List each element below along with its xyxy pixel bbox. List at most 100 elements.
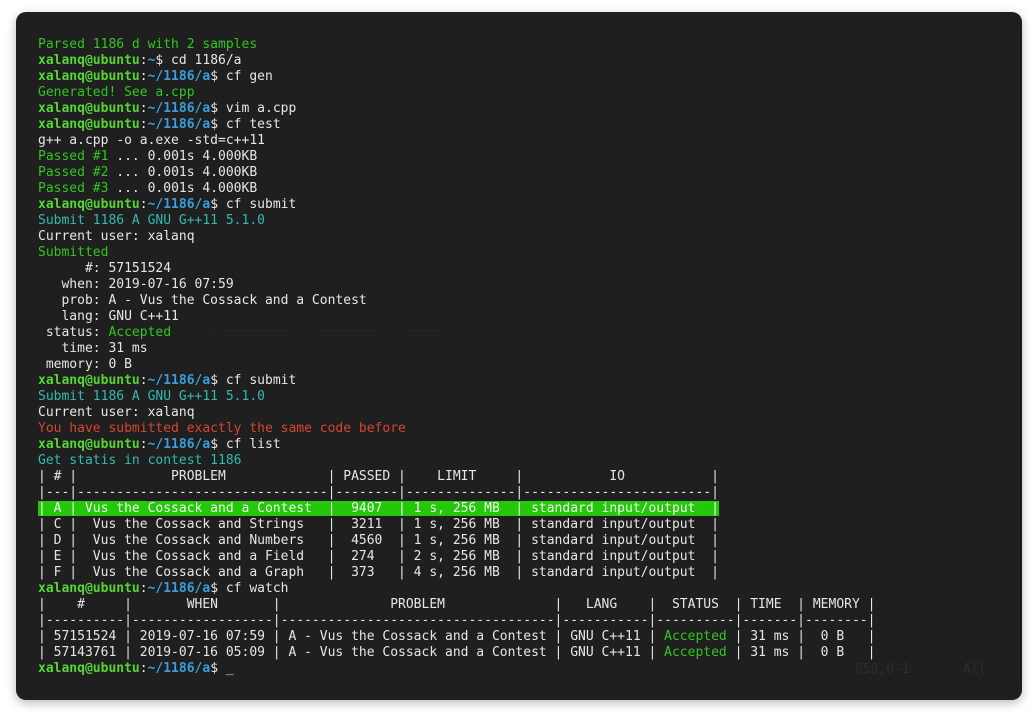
prompt-cf-test: xalanq@ubuntu:~/1186/a$ cf test [38, 117, 1016, 133]
prompt-vim-seg-2: ~/1186/a [148, 101, 211, 116]
prompt-final-seg-2: ~/1186/a [148, 661, 211, 676]
submission-memory: memory: 0 B [38, 357, 1016, 373]
prompt-final-seg-3: $ [210, 661, 226, 676]
list-row-f-seg-0: | F | Vus the Cossack and a Graph | 373 … [38, 565, 719, 580]
watch-table-separator: |----------|------------------|---------… [38, 613, 1016, 629]
output-submit-info-1: Submit 1186 A GNU G++11 5.1.0 [38, 213, 1016, 229]
prompt-cf-submit-1-seg-3: $ cf submit [210, 197, 296, 212]
output-passed-3-seg-0: Passed #3 [38, 181, 108, 196]
list-table-separator-seg-0: |---|--------------------------------|--… [38, 485, 719, 500]
prompt-cf-submit-2-seg-3: $ cf submit [210, 373, 296, 388]
submission-lang: lang: GNU C++11 [38, 309, 1016, 325]
list-table-separator: |---|--------------------------------|--… [38, 485, 1016, 501]
output-current-user-1: Current user: xalanq [38, 229, 1016, 245]
watch-row-1-seg-2: | 31 ms | 0 B | [727, 629, 876, 644]
prompt-cf-watch: xalanq@ubuntu:~/1186/a$ cf watch [38, 581, 1016, 597]
prompt-cf-gen: xalanq@ubuntu:~/1186/a$ cf gen [38, 69, 1016, 85]
list-row-e-seg-0: | E | Vus the Cossack and a Field | 274 … [38, 549, 719, 564]
output-current-user-2-seg-0: Current user: xalanq [38, 405, 195, 420]
list-row-c: | C | Vus the Cossack and Strings | 3211… [38, 517, 1016, 533]
list-table-header-seg-0: | # | PROBLEM | PASSED | LIMIT | IO | [38, 469, 719, 484]
list-row-d: | D | Vus the Cossack and Numbers | 4560… [38, 533, 1016, 549]
prompt-vim-seg-0: xalanq@ubuntu [38, 101, 140, 116]
submission-status-seg-0: status: [38, 325, 108, 340]
watch-table-header: | # | WHEN | PROBLEM | LANG | STATUS | T… [38, 597, 1016, 613]
watch-row-1-seg-1: Accepted [664, 629, 727, 644]
output-gpp-seg-0: g++ a.cpp -o a.exe -std=c++11 [38, 133, 265, 148]
submission-time: time: 31 ms [38, 341, 1016, 357]
watch-row-2: | 57143761 | 2019-07-16 05:09 | A - Vus … [38, 645, 1016, 661]
ghost-artifact-lang: _ _________ _ ________ ____ [206, 317, 441, 333]
prompt-cf-submit-1-seg-0: xalanq@ubuntu [38, 197, 140, 212]
vim-ghost-ruler: 859,0-1 [855, 662, 910, 678]
output-duplicate-warning-seg-0: You have submitted exactly the same code… [38, 421, 406, 436]
list-row-a-seg-0: | A | Vus the Cossack and a Contest | 94… [38, 501, 719, 516]
output-gpp: g++ a.cpp -o a.exe -std=c++11 [38, 133, 1016, 149]
prompt-cf-submit-2-seg-2: ~/1186/a [148, 373, 211, 388]
output-submitted: Submitted [38, 245, 1016, 261]
watch-table-header-seg-0: | # | WHEN | PROBLEM | LANG | STATUS | T… [38, 597, 875, 612]
prompt-cf-list-seg-2: ~/1186/a [148, 437, 211, 452]
prompt-cf-list-seg-1: : [140, 437, 148, 452]
prompt-final-seg-0: xalanq@ubuntu [38, 661, 140, 676]
output-parsed: Parsed 1186 d with 2 samples [38, 37, 1016, 53]
list-row-f: | F | Vus the Cossack and a Graph | 373 … [38, 565, 1016, 581]
prompt-cd-seg-3: $ cd 1186/a [155, 53, 241, 68]
prompt-cf-submit-2-seg-0: xalanq@ubuntu [38, 373, 140, 388]
output-submit-info-1-seg-0: Submit 1186 A GNU G++11 5.1.0 [38, 213, 265, 228]
prompt-cf-gen-seg-3: $ cf gen [210, 69, 273, 84]
submission-when: when: 2019-07-16 07:59 [38, 277, 1016, 293]
output-passed-1-seg-1: ... 0.001s 4.000KB [108, 149, 257, 164]
output-passed-2-seg-0: Passed #2 [38, 165, 108, 180]
list-row-a: | A | Vus the Cossack and a Contest | 94… [38, 501, 1016, 517]
watch-row-2-seg-0: | 57143761 | 2019-07-16 05:09 | A - Vus … [38, 645, 664, 660]
submission-status-seg-1: Accepted [108, 325, 171, 340]
output-current-user-1-seg-0: Current user: xalanq [38, 229, 195, 244]
output-generated-seg-0: Generated! See a.cpp [38, 85, 195, 100]
list-row-d-seg-0: | D | Vus the Cossack and Numbers | 4560… [38, 533, 719, 548]
prompt-cf-submit-1: xalanq@ubuntu:~/1186/a$ cf submit [38, 197, 1016, 213]
prompt-cd-seg-1: : [140, 53, 148, 68]
watch-row-1: | 57151524 | 2019-07-16 07:59 | A - Vus … [38, 629, 1016, 645]
submission-prob: prob: A - Vus the Cossack and a Contest [38, 293, 1016, 309]
prompt-cf-submit-2-seg-1: : [140, 373, 148, 388]
prompt-cf-submit-1-seg-1: : [140, 197, 148, 212]
submission-lang-seg-0: lang: GNU C++11 [38, 309, 179, 324]
output-current-user-2: Current user: xalanq [38, 405, 1016, 421]
prompt-cf-watch-seg-2: ~/1186/a [148, 581, 211, 596]
output-parsed-seg-0: Parsed 1186 d with 2 samples [38, 37, 257, 52]
prompt-vim-seg-1: : [140, 101, 148, 116]
watch-table-separator-seg-0: |----------|------------------|---------… [38, 613, 875, 628]
watch-row-1-seg-0: | 57151524 | 2019-07-16 07:59 | A - Vus … [38, 629, 664, 644]
terminal-body[interactable]: Parsed 1186 d with 2 samplesxalanq@ubunt… [38, 37, 1016, 694]
submission-id: #: 57151524 [38, 261, 1016, 277]
prompt-vim-seg-3: $ vim a.cpp [210, 101, 296, 116]
prompt-cd-seg-0: xalanq@ubuntu [38, 53, 140, 68]
prompt-cf-test-seg-1: : [140, 117, 148, 132]
prompt-cf-list: xalanq@ubuntu:~/1186/a$ cf list [38, 437, 1016, 453]
prompt-cf-watch-seg-0: xalanq@ubuntu [38, 581, 140, 596]
prompt-cf-gen-seg-2: ~/1186/a [148, 69, 211, 84]
output-generated: Generated! See a.cpp [38, 85, 1016, 101]
output-submit-info-2: Submit 1186 A GNU G++11 5.1.0 [38, 389, 1016, 405]
output-passed-3-seg-1: ... 0.001s 4.000KB [108, 181, 257, 196]
output-passed-1: Passed #1 ... 0.001s 4.000KB [38, 149, 1016, 165]
submission-status: status: Accepted [38, 325, 1016, 341]
submission-when-seg-0: when: 2019-07-16 07:59 [38, 277, 234, 292]
submission-id-seg-0: #: 57151524 [38, 261, 171, 276]
list-table-header: | # | PROBLEM | PASSED | LIMIT | IO | [38, 469, 1016, 485]
prompt-cf-watch-seg-3: $ cf watch [210, 581, 288, 596]
submission-time-seg-0: time: 31 ms [38, 341, 148, 356]
prompt-vim: xalanq@ubuntu:~/1186/a$ vim a.cpp [38, 101, 1016, 117]
output-passed-2: Passed #2 ... 0.001s 4.000KB [38, 165, 1016, 181]
prompt-final-seg-1: : [140, 661, 148, 676]
prompt-final-seg-4: _ [226, 661, 234, 676]
output-passed-3: Passed #3 ... 0.001s 4.000KB [38, 181, 1016, 197]
prompt-cf-gen-seg-1: : [140, 69, 148, 84]
prompt-cf-test-seg-0: xalanq@ubuntu [38, 117, 140, 132]
output-duplicate-warning: You have submitted exactly the same code… [38, 421, 1016, 437]
prompt-cf-submit-2: xalanq@ubuntu:~/1186/a$ cf submit [38, 373, 1016, 389]
prompt-cf-list-seg-3: $ cf list [210, 437, 280, 452]
output-submit-info-2-seg-0: Submit 1186 A GNU G++11 5.1.0 [38, 389, 265, 404]
prompt-cf-watch-seg-1: : [140, 581, 148, 596]
